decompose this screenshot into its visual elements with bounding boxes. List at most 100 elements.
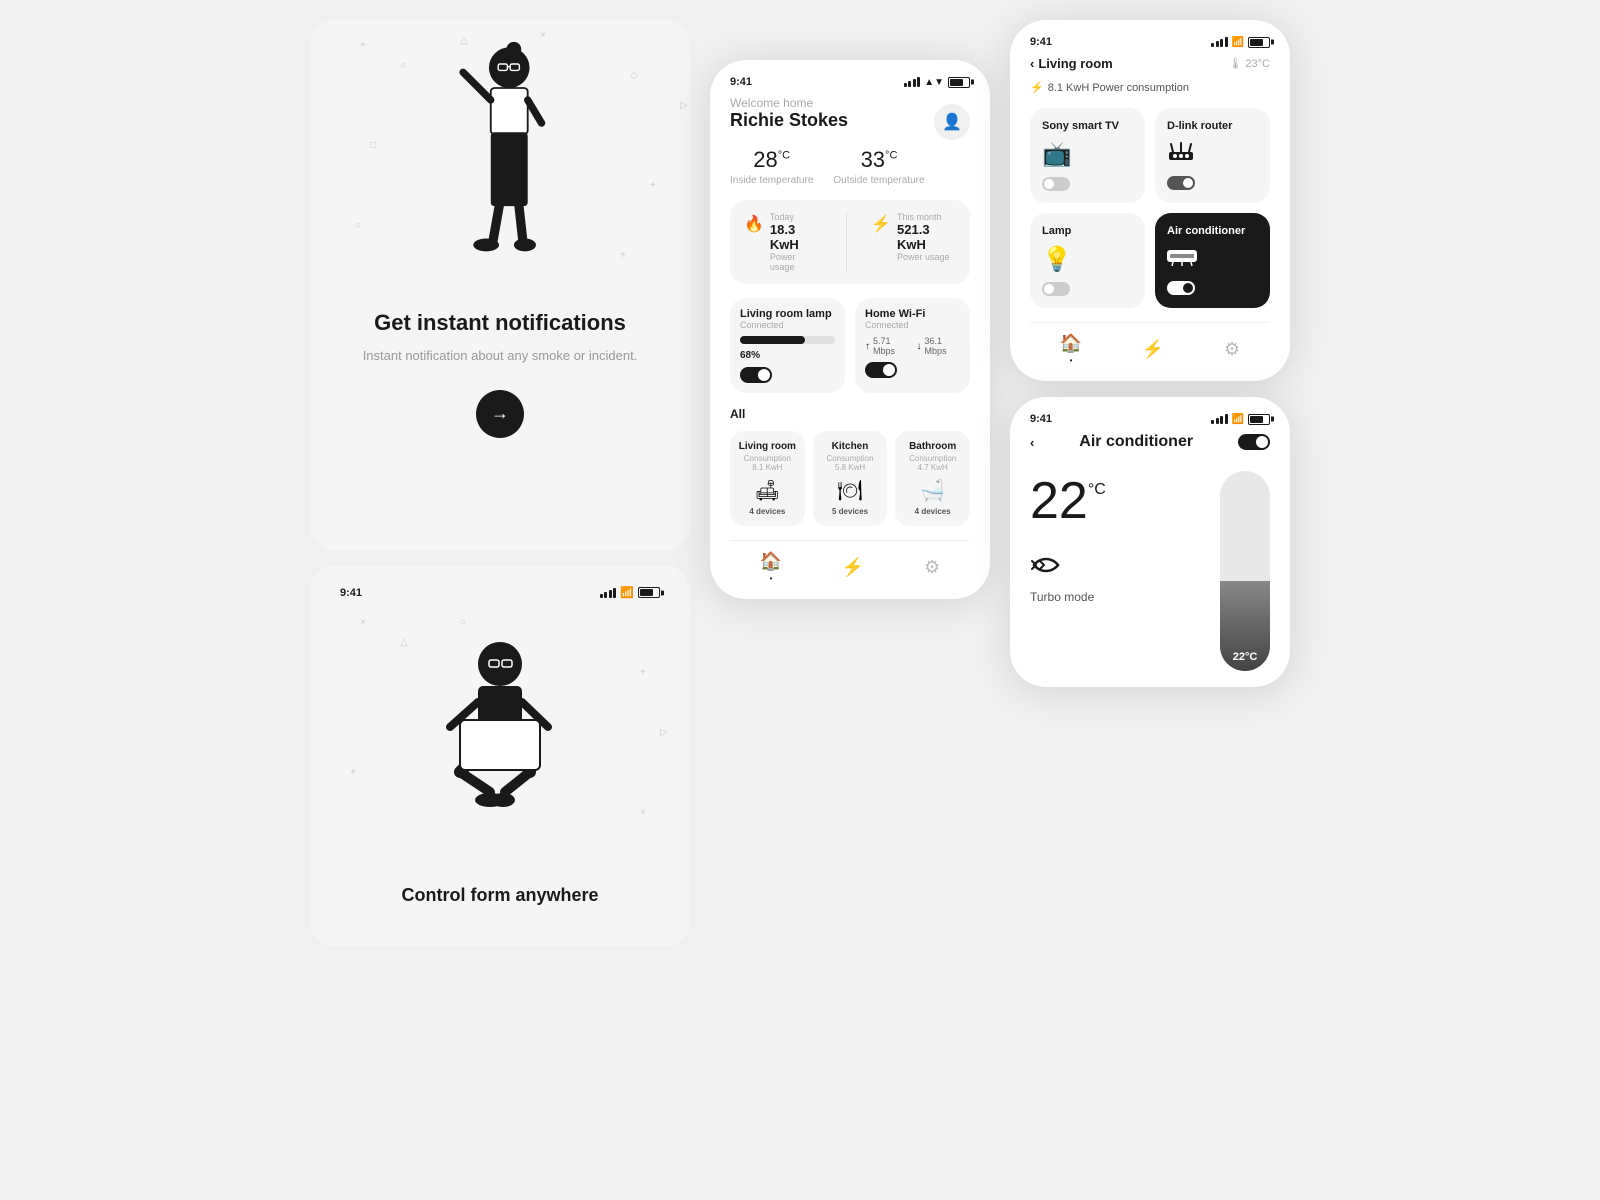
- user-avatar[interactable]: 👤: [934, 104, 970, 140]
- lamp-tile-knob: [1044, 284, 1054, 294]
- deco-square: □: [370, 140, 376, 151]
- main-wifi: ▲▼: [924, 77, 944, 88]
- bottom-navigation: 🏠 ⚡ ⚙: [730, 540, 970, 583]
- ac-temperature-slider[interactable]: 22°C: [1220, 471, 1270, 671]
- user-name: Richie Stokes: [730, 110, 848, 131]
- ac-back-button[interactable]: ‹: [1030, 435, 1034, 450]
- deco-c5: ▷: [660, 727, 668, 738]
- power-consumption-row: ⚡ 8.1 KwH Power consumption: [1030, 81, 1270, 94]
- tv-icon: 📺: [1042, 140, 1072, 169]
- notification-description: Instant notification about any smoke or …: [363, 346, 638, 366]
- living-consumption: Consumption 8.1 KwH: [738, 454, 797, 472]
- welcome-row: Welcome home Richie Stokes 👤: [730, 96, 970, 147]
- battery-icon: [638, 587, 660, 598]
- room-living[interactable]: Living room Consumption 8.1 KwH 🛋 4 devi…: [730, 431, 805, 526]
- ac-toggle-knob: [1256, 436, 1268, 448]
- ac-left-side: 22°C Turbo mode: [1030, 471, 1106, 604]
- ac-temp-unit: °C: [1088, 481, 1106, 499]
- turbo-mode-icon: [1030, 551, 1106, 586]
- back-chevron-icon: ‹: [1030, 56, 1034, 71]
- main-signal: [904, 77, 921, 87]
- outside-temp-value: 33°C: [833, 147, 924, 173]
- notification-text-area: Get instant notifications Instant notifi…: [363, 310, 638, 366]
- main-phone-screen: 9:41 ▲▼ Welcome home Richie Stokes: [710, 60, 990, 599]
- deco-diamond: ◇: [630, 70, 638, 81]
- slider-value-label: 22°C: [1233, 651, 1258, 663]
- sony-tv-tile[interactable]: Sony smart TV 📺: [1030, 108, 1145, 203]
- column-1: + ○ △ × ◇ □ + ▷ ○ +: [310, 20, 690, 946]
- power-consumption-value: 8.1 KwH Power consumption: [1048, 82, 1189, 94]
- lr-home-icon[interactable]: 🏠: [1060, 333, 1082, 365]
- person-standing-illustration: [410, 40, 590, 280]
- column-2-main-phone: 9:41 ▲▼ Welcome home Richie Stokes: [710, 60, 990, 599]
- main-status-bar: 9:41 ▲▼: [730, 76, 970, 88]
- power-usage-card: 🔥 Today 18.3 KwH Power usage ⚡ This mont…: [730, 200, 970, 284]
- next-button[interactable]: →: [476, 390, 524, 438]
- wifi-icon: 📶: [620, 586, 634, 599]
- room-temp-badge: 🌡 23°C: [1228, 57, 1270, 70]
- dlink-toggle[interactable]: [1167, 176, 1195, 190]
- welcome-text: Welcome home: [730, 96, 848, 110]
- lamp-progress-bar: [740, 336, 835, 344]
- inside-temp-label: Inside temperature: [730, 175, 813, 186]
- lamp-tile-name: Lamp: [1042, 225, 1071, 237]
- down-arrow-icon: ↓: [917, 341, 922, 352]
- settings-nav-icon[interactable]: ⚙: [924, 557, 940, 578]
- deco-c6: +: [350, 767, 356, 778]
- home-nav-icon[interactable]: 🏠: [760, 551, 782, 583]
- today-power: 🔥 Today 18.3 KwH Power usage: [744, 212, 822, 272]
- deco-c2: △: [400, 637, 408, 648]
- ac-power-toggle[interactable]: [1238, 434, 1270, 450]
- living-room-header: ‹ Living room 🌡 23°C: [1030, 56, 1270, 71]
- wifi-speeds: ↑ 5.71 Mbps ↓ 36.1 Mbps: [865, 336, 960, 356]
- today-kwh: 18.3 KwH: [770, 222, 822, 252]
- sony-tv-knob: [1044, 179, 1054, 189]
- bathroom-room-name: Bathroom: [903, 441, 962, 452]
- kitchen-room-name: Kitchen: [821, 441, 880, 452]
- dlink-router-tile[interactable]: D-link router: [1155, 108, 1270, 203]
- lr-power-icon[interactable]: ⚡: [1142, 339, 1164, 360]
- living-devices: 4 devices: [738, 507, 797, 516]
- bolt-icon-lr: ⚡: [1030, 81, 1044, 94]
- deco-circle: ○: [400, 60, 406, 71]
- time-display: 9:41: [340, 587, 362, 599]
- status-icons: 📶: [600, 586, 660, 599]
- welcome-section: Welcome home Richie Stokes: [730, 96, 848, 131]
- download-speed: ↓ 36.1 Mbps: [917, 336, 961, 356]
- room-title: Living room: [1038, 56, 1112, 71]
- upload-speed: ↑ 5.71 Mbps: [865, 336, 909, 356]
- temperature-section: 28°C Inside temperature 33°C Outside tem…: [730, 147, 970, 186]
- lamp-tile-toggle[interactable]: [1042, 282, 1070, 296]
- lr-status-icons: 📶: [1211, 37, 1270, 48]
- lr-settings-icon[interactable]: ⚙: [1224, 339, 1240, 360]
- ac-temp-value: 22: [1030, 471, 1088, 531]
- deco-plus3: +: [620, 250, 626, 261]
- deco-c4: +: [640, 667, 646, 678]
- kitchen-consumption: Consumption 5.8 KwH: [821, 454, 880, 472]
- status-bar: 9:41 📶: [340, 586, 660, 599]
- main-time: 9:41: [730, 76, 752, 88]
- back-button[interactable]: ‹ Living room: [1030, 56, 1113, 71]
- lamp-tile[interactable]: Lamp 💡: [1030, 213, 1145, 308]
- bathroom-devices: 4 devices: [903, 507, 962, 516]
- main-battery: [948, 77, 970, 88]
- lamp-toggle[interactable]: [740, 367, 772, 383]
- room-bathroom[interactable]: Bathroom Consumption 4.7 KwH 🛁 4 devices: [895, 431, 970, 526]
- room-kitchen[interactable]: Kitchen Consumption 5.8 KwH 🍽 5 devices: [813, 431, 888, 526]
- lr-bottom-nav: 🏠 ⚡ ⚙: [1030, 322, 1270, 365]
- ac-tile-toggle[interactable]: [1167, 281, 1195, 295]
- ac-mode-section: Turbo mode: [1030, 551, 1106, 604]
- notification-title: Get instant notifications: [363, 310, 638, 336]
- lr-battery: [1248, 37, 1270, 48]
- upload-value: 5.71 Mbps: [873, 336, 909, 356]
- wifi-status: Connected: [865, 320, 960, 330]
- wifi-toggle[interactable]: [865, 362, 897, 378]
- rooms-row: Living room Consumption 8.1 KwH 🛋 4 devi…: [730, 431, 970, 526]
- notification-card: + ○ △ × ◇ □ + ▷ ○ +: [310, 20, 690, 550]
- sony-tv-toggle[interactable]: [1042, 177, 1070, 191]
- deco-circ2: ○: [355, 220, 361, 231]
- sony-tv-name: Sony smart TV: [1042, 120, 1119, 132]
- power-nav-icon[interactable]: ⚡: [842, 557, 864, 578]
- deco-tri2: ▷: [680, 100, 688, 111]
- ac-tile[interactable]: Air conditioner: [1155, 213, 1270, 308]
